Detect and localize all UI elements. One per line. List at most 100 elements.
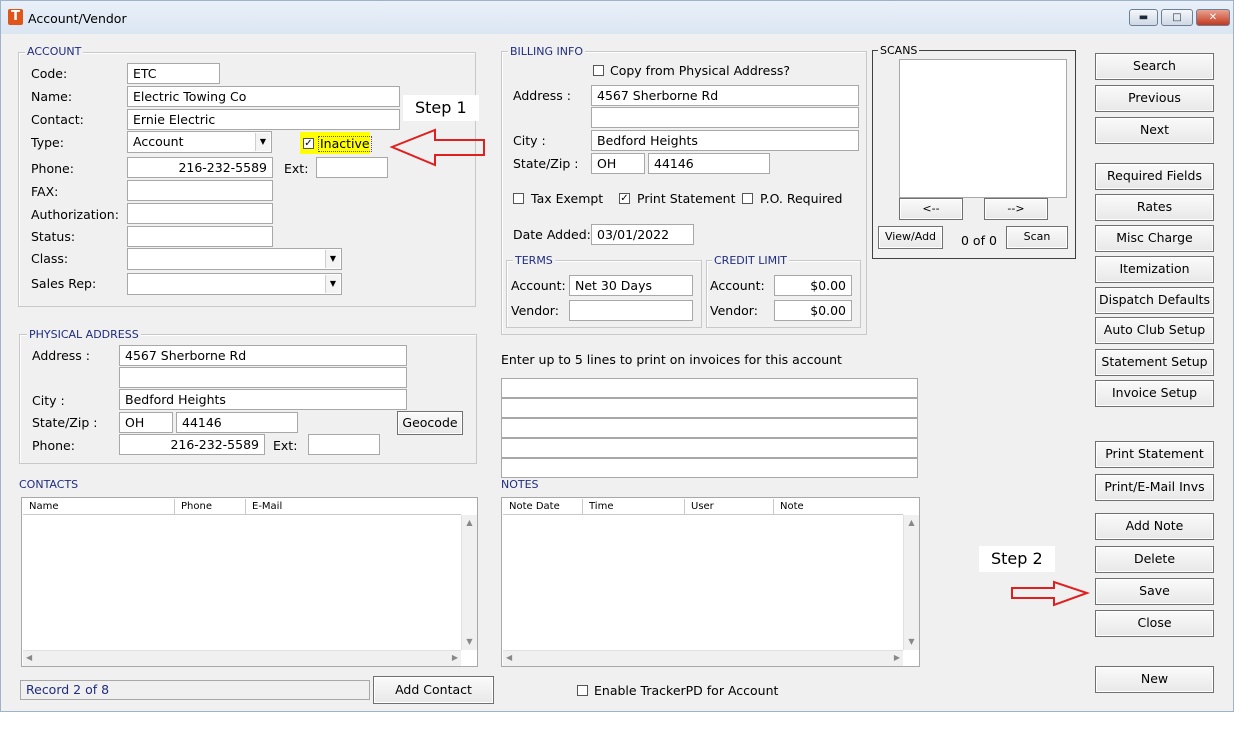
phone-label: Phone: bbox=[31, 161, 74, 176]
contacts-col-phone[interactable]: Phone bbox=[175, 499, 246, 514]
ext-field[interactable] bbox=[316, 157, 388, 178]
po-required-checkbox[interactable] bbox=[742, 193, 753, 204]
dispatch-defaults-button[interactable]: Dispatch Defaults bbox=[1095, 287, 1214, 314]
physical-ext-field[interactable] bbox=[308, 434, 380, 455]
copy-from-physical-label[interactable]: Copy from Physical Address? bbox=[610, 63, 790, 78]
inactive-label[interactable]: Inactive bbox=[318, 136, 372, 152]
auto-club-setup-button[interactable]: Auto Club Setup bbox=[1095, 317, 1214, 344]
billing-address2-field[interactable] bbox=[591, 107, 859, 128]
scan-previous-button[interactable]: <-- bbox=[899, 198, 963, 220]
geocode-button[interactable]: Geocode bbox=[397, 411, 463, 435]
notes-col-note[interactable]: Note bbox=[774, 499, 903, 514]
billing-city-field[interactable]: Bedford Heights bbox=[591, 130, 859, 151]
credit-vendor-field[interactable]: $0.00 bbox=[774, 300, 852, 321]
physical-phone-field[interactable]: 216-232-5589 bbox=[119, 434, 265, 455]
contacts-vertical-scrollbar[interactable]: ▲ ▼ bbox=[461, 515, 477, 650]
contact-field[interactable]: Ernie Electric bbox=[127, 109, 400, 130]
invoice-line-1[interactable] bbox=[501, 378, 918, 398]
notes-horizontal-scrollbar[interactable]: ◀ ▶ bbox=[503, 650, 903, 666]
invoice-line-5[interactable] bbox=[501, 458, 918, 478]
physical-address1-field[interactable]: 4567 Sherborne Rd bbox=[119, 345, 407, 366]
credit-account-field[interactable]: $0.00 bbox=[774, 275, 852, 296]
statement-setup-button[interactable]: Statement Setup bbox=[1095, 349, 1214, 376]
scroll-left-icon[interactable]: ◀ bbox=[506, 653, 512, 662]
physical-address-label: Address : bbox=[32, 348, 90, 363]
scroll-right-icon[interactable]: ▶ bbox=[894, 653, 900, 662]
date-added-field[interactable]: 03/01/2022 bbox=[591, 224, 694, 245]
billing-zip-field[interactable]: 44146 bbox=[648, 153, 770, 174]
invoice-line-2[interactable] bbox=[501, 398, 918, 418]
name-field[interactable]: Electric Towing Co bbox=[127, 86, 400, 107]
print-statement-label[interactable]: Print Statement bbox=[637, 191, 736, 206]
tax-exempt-label[interactable]: Tax Exempt bbox=[531, 191, 603, 206]
contacts-col-name[interactable]: Name bbox=[23, 499, 175, 514]
scroll-right-icon[interactable]: ▶ bbox=[452, 653, 458, 662]
invoice-setup-button[interactable]: Invoice Setup bbox=[1095, 380, 1214, 407]
notes-col-user[interactable]: User bbox=[685, 499, 774, 514]
scroll-up-icon[interactable]: ▲ bbox=[462, 515, 477, 531]
previous-button[interactable]: Previous bbox=[1095, 85, 1214, 112]
sales-rep-dropdown[interactable]: ▼ bbox=[127, 273, 342, 295]
chevron-down-icon[interactable]: ▼ bbox=[325, 275, 340, 293]
notes-col-date[interactable]: Note Date bbox=[503, 499, 583, 514]
itemization-button[interactable]: Itemization bbox=[1095, 256, 1214, 283]
contacts-grid[interactable]: Name Phone E-Mail ▲ ▼ ◀ ▶ bbox=[21, 497, 478, 667]
print-statement-button[interactable]: Print Statement bbox=[1095, 441, 1214, 468]
chevron-down-icon[interactable]: ▼ bbox=[255, 133, 270, 151]
invoice-line-4[interactable] bbox=[501, 438, 918, 458]
scroll-down-icon[interactable]: ▼ bbox=[462, 634, 477, 650]
physical-zip-field[interactable]: 44146 bbox=[176, 412, 298, 433]
chevron-down-icon[interactable]: ▼ bbox=[325, 250, 340, 268]
contacts-col-email[interactable]: E-Mail bbox=[246, 499, 461, 514]
misc-charge-button[interactable]: Misc Charge bbox=[1095, 225, 1214, 252]
billing-address1-field[interactable]: 4567 Sherborne Rd bbox=[591, 85, 859, 106]
scan-next-button[interactable]: --> bbox=[984, 198, 1048, 220]
notes-col-time[interactable]: Time bbox=[583, 499, 685, 514]
inactive-checkbox[interactable]: ✓ bbox=[303, 138, 314, 149]
physical-state-field[interactable]: OH bbox=[119, 412, 173, 433]
scroll-left-icon[interactable]: ◀ bbox=[26, 653, 32, 662]
next-button[interactable]: Next bbox=[1095, 117, 1214, 144]
contacts-horizontal-scrollbar[interactable]: ◀ ▶ bbox=[23, 650, 461, 666]
fax-field[interactable] bbox=[127, 180, 273, 201]
terms-account-field[interactable]: Net 30 Days bbox=[569, 275, 693, 296]
add-contact-button[interactable]: Add Contact bbox=[373, 676, 494, 704]
rates-button[interactable]: Rates bbox=[1095, 194, 1214, 221]
type-dropdown[interactable]: Account ▼ bbox=[127, 131, 272, 153]
authorization-field[interactable] bbox=[127, 203, 273, 224]
scan-button[interactable]: Scan bbox=[1006, 226, 1068, 249]
copy-from-physical-checkbox[interactable] bbox=[593, 65, 604, 76]
class-dropdown[interactable]: ▼ bbox=[127, 248, 342, 270]
new-button[interactable]: New bbox=[1095, 666, 1214, 693]
physical-address2-field[interactable] bbox=[119, 367, 407, 388]
invoice-line-3[interactable] bbox=[501, 418, 918, 438]
enable-tracker-label[interactable]: Enable TrackerPD for Account bbox=[594, 683, 778, 698]
terms-vendor-field[interactable] bbox=[569, 300, 693, 321]
search-button[interactable]: Search bbox=[1095, 53, 1214, 80]
save-button[interactable]: Save bbox=[1095, 578, 1214, 605]
code-field[interactable]: ETC bbox=[127, 63, 220, 84]
scroll-down-icon[interactable]: ▼ bbox=[904, 634, 919, 650]
minimize-icon[interactable]: ▬ bbox=[1129, 9, 1158, 26]
maximize-icon[interactable]: □ bbox=[1161, 9, 1193, 26]
notes-grid[interactable]: Note Date Time User Note ▲ ▼ ◀ ▶ bbox=[501, 497, 920, 667]
invoice-lines-label: Enter up to 5 lines to print on invoices… bbox=[501, 352, 842, 367]
scroll-up-icon[interactable]: ▲ bbox=[904, 515, 919, 531]
billing-state-field[interactable]: OH bbox=[591, 153, 645, 174]
close-icon[interactable]: ✕ bbox=[1196, 9, 1230, 26]
tax-exempt-checkbox[interactable] bbox=[513, 193, 524, 204]
enable-tracker-checkbox[interactable] bbox=[577, 685, 588, 696]
view-add-button[interactable]: View/Add bbox=[878, 226, 943, 249]
close-button[interactable]: Close bbox=[1095, 610, 1214, 637]
notes-vertical-scrollbar[interactable]: ▲ ▼ bbox=[903, 515, 919, 650]
add-note-button[interactable]: Add Note bbox=[1095, 513, 1214, 540]
phone-field[interactable]: 216-232-5589 bbox=[127, 157, 273, 178]
po-required-label[interactable]: P.O. Required bbox=[760, 191, 842, 206]
print-email-invs-button[interactable]: Print/E-Mail Invs bbox=[1095, 474, 1214, 501]
physical-city-field[interactable]: Bedford Heights bbox=[119, 389, 407, 410]
print-statement-checkbox[interactable]: ✓ bbox=[619, 193, 630, 204]
status-field[interactable] bbox=[127, 226, 273, 247]
delete-button[interactable]: Delete bbox=[1095, 546, 1214, 573]
credit-account-label: Account: bbox=[710, 278, 765, 293]
required-fields-button[interactable]: Required Fields bbox=[1095, 163, 1214, 190]
